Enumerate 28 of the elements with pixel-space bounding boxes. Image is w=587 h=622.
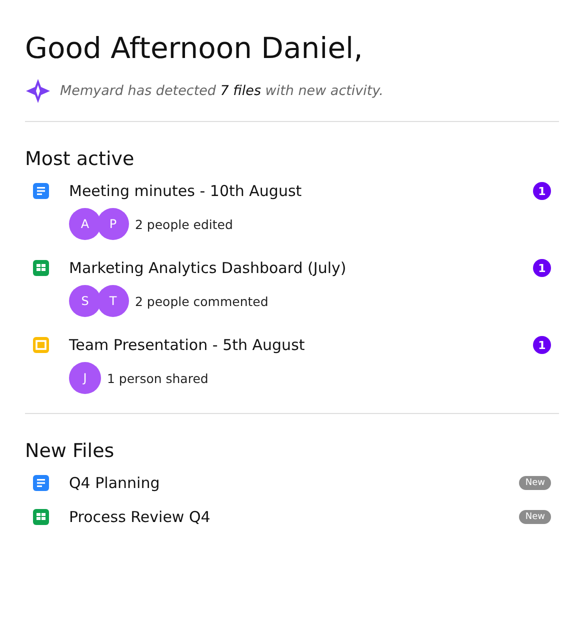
file-name-link[interactable]: Marketing Analytics Dashboard (July) (69, 259, 533, 277)
file-name-link[interactable]: Meeting minutes - 10th August (69, 182, 533, 200)
avatar: A (69, 208, 101, 240)
file-name-link[interactable]: Process Review Q4 (69, 508, 520, 526)
section-heading: Most active (25, 148, 136, 170)
new-badge: New (519, 510, 551, 524)
file-icon (33, 508, 49, 526)
activity-text: 2 people commented (135, 294, 268, 308)
file-icon (33, 336, 49, 354)
avatar: P (97, 208, 129, 240)
file-icon (33, 182, 49, 200)
avatar: J (69, 362, 101, 394)
activity-count-badge: 1 (533, 336, 551, 354)
file-name-link[interactable]: Q4 Planning (69, 474, 520, 492)
activity-count-badge: 1 (533, 182, 551, 200)
activity-text: 2 people edited (135, 216, 233, 232)
sparkle-icon (25, 78, 51, 104)
file-icon (33, 259, 49, 277)
activity-count-badge: 1 (533, 259, 551, 277)
activity-summary: Memyard has detected 7 files with new activity. (60, 83, 384, 99)
avatar: S (69, 285, 101, 317)
file-name-link[interactable]: Team Presentation - 5th August (69, 336, 533, 354)
avatar: T (97, 285, 129, 317)
new-badge: New (519, 476, 551, 490)
file-icon (33, 474, 49, 492)
section-heading: New Files (25, 440, 116, 462)
activity-text: 1 person shared (107, 370, 208, 386)
greeting-title: Good Afternoon Daniel, (25, 30, 364, 67)
